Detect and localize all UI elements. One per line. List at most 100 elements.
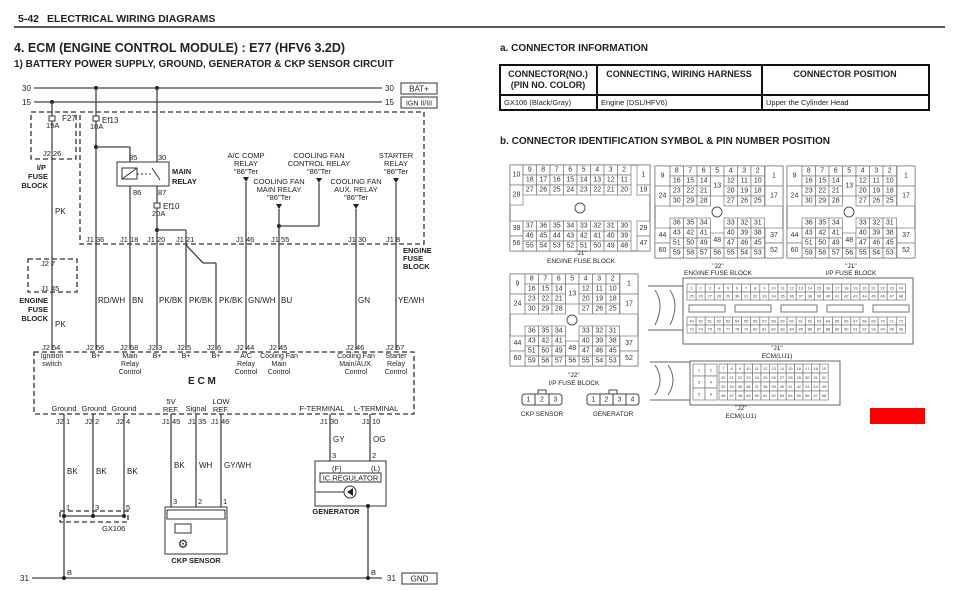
pin-number: 49 xyxy=(689,319,694,324)
svg-text:J2 4: J2 4 xyxy=(116,417,130,426)
svg-text:ENGINE FUSE BLOCK: ENGINE FUSE BLOCK xyxy=(547,258,616,265)
pin-number: 45 xyxy=(609,348,617,355)
svg-text:3: 3 xyxy=(95,503,99,512)
pin-number: 48 xyxy=(738,393,743,398)
svg-text:CKP SENSOR: CKP SENSOR xyxy=(521,411,564,418)
pin-number: 40 xyxy=(582,338,590,345)
pin-number: 46 xyxy=(595,348,603,355)
upper-wire-colors: RD/WH BN PK/BK PK/BK PK/BK GN/WH BU GN Y… xyxy=(98,296,424,305)
svg-text:J1 45: J1 45 xyxy=(41,284,59,293)
pin-number: 59 xyxy=(780,319,785,324)
pin-number: 64 xyxy=(826,319,831,324)
pin-number: 55 xyxy=(797,393,802,398)
pin-number: 22 xyxy=(818,188,826,195)
pin-number: 41 xyxy=(835,294,840,299)
svg-text:MAIN: MAIN xyxy=(172,167,191,176)
svg-text:I/P: I/P xyxy=(37,163,46,172)
pin-number: 72 xyxy=(899,319,904,324)
pin-number: 48 xyxy=(713,237,721,244)
pin-number: 59 xyxy=(673,250,681,257)
pin-number: 32 xyxy=(753,294,758,299)
pin-number: 1 xyxy=(772,173,776,180)
pin-number: 43 xyxy=(566,233,574,240)
pin-number: 7 xyxy=(820,168,824,175)
pin-number: 33 xyxy=(859,220,867,227)
pin-number: 49 xyxy=(555,348,563,355)
pin-number: 3 xyxy=(609,167,613,174)
pin-number: 15 xyxy=(818,178,826,185)
pin-number: 50 xyxy=(818,240,826,247)
ecm-bottom-pins: Ground J2 1 Ground J2 2 Ground J2 4 5V R… xyxy=(51,397,398,426)
svg-text:"J2": "J2" xyxy=(735,405,747,412)
pin-number: 27 xyxy=(859,198,867,205)
pin-number: 19 xyxy=(740,188,748,195)
rail-31: 31 B B 31 GND xyxy=(20,568,438,585)
pin-number: 48 xyxy=(620,243,628,250)
pin-number: 34 xyxy=(555,328,563,335)
pin-number: 40 xyxy=(859,230,867,237)
pin-number: 34 xyxy=(771,294,776,299)
pin-number: 42 xyxy=(686,230,694,237)
pin-number: 39 xyxy=(872,230,880,237)
pin-number: 4 xyxy=(584,276,588,283)
pin-number: 15 xyxy=(788,366,793,371)
svg-text:Ef13: Ef13 xyxy=(102,116,119,125)
pin-number: 44 xyxy=(514,340,522,347)
svg-text:BN: BN xyxy=(132,296,143,305)
pin-number: 45 xyxy=(886,240,894,247)
svg-text:BLOCK: BLOCK xyxy=(21,181,48,190)
pin-number: 46 xyxy=(740,240,748,247)
ecm-top-pins: J2 54 Ignition switch J2 56 B+ J2 58 Mai… xyxy=(41,343,408,376)
svg-text:B: B xyxy=(67,568,72,577)
svg-text:20A: 20A xyxy=(152,209,165,218)
pin-number: 94 xyxy=(880,327,885,332)
svg-text:GX106: GX106 xyxy=(102,524,125,533)
pin-number: 32 xyxy=(872,220,880,227)
svg-text:REF.: REF. xyxy=(163,405,179,414)
svg-text:PK/BK: PK/BK xyxy=(159,296,183,305)
svg-text:J2 7: J2 7 xyxy=(41,259,55,268)
pin-number: 24 xyxy=(755,375,760,380)
pin-number: 36 xyxy=(805,220,813,227)
svg-text:RD/WH: RD/WH xyxy=(98,296,125,305)
svg-text:PK/BK: PK/BK xyxy=(189,296,213,305)
pin-number: 37 xyxy=(526,223,534,230)
ecm-label: E C M xyxy=(188,376,216,387)
bat-label: BAT+ xyxy=(409,85,429,94)
svg-text:J2 2: J2 2 xyxy=(85,417,99,426)
pin-number: 35 xyxy=(818,220,826,227)
pin-number: 29 xyxy=(640,225,648,232)
svg-text:Control: Control xyxy=(268,369,291,376)
svg-text:(PIN NO. COLOR): (PIN NO. COLOR) xyxy=(511,80,586,90)
pin-number: 82 xyxy=(771,327,776,332)
pin-number: 4 xyxy=(595,167,599,174)
pin-number: 41 xyxy=(555,338,563,345)
pin-number: 52 xyxy=(770,247,778,254)
pin-number: 25 xyxy=(763,375,768,380)
pin-number: 50 xyxy=(755,393,760,398)
pin-number: 55 xyxy=(526,243,534,250)
pin-number: 74 xyxy=(698,327,703,332)
pin-number: 10 xyxy=(754,178,762,185)
pin-number: 52 xyxy=(902,247,910,254)
pin-number: 56 xyxy=(753,319,758,324)
svg-text:1: 1 xyxy=(66,503,70,512)
pin-number: 5 xyxy=(582,167,586,174)
pin-number: 17 xyxy=(625,301,633,308)
pin-number: 77 xyxy=(726,327,731,332)
svg-text:1: 1 xyxy=(527,397,531,404)
pin-number: 25 xyxy=(553,187,561,194)
pin-number: 29 xyxy=(541,306,549,313)
pin-number: 8 xyxy=(530,276,534,283)
svg-text:1: 1 xyxy=(592,397,596,404)
pin-number: 36 xyxy=(528,328,536,335)
pin-number: 12 xyxy=(582,286,590,293)
pin-number: 17 xyxy=(539,177,547,184)
pin-number: 11 xyxy=(621,177,628,184)
pin-number: 56 xyxy=(513,240,521,247)
pin-number: 79 xyxy=(744,327,749,332)
pin-number: 60 xyxy=(791,247,799,254)
pin-number: 48 xyxy=(845,237,853,244)
pin-number: 42 xyxy=(844,294,849,299)
pin-number: 10 xyxy=(771,286,776,291)
